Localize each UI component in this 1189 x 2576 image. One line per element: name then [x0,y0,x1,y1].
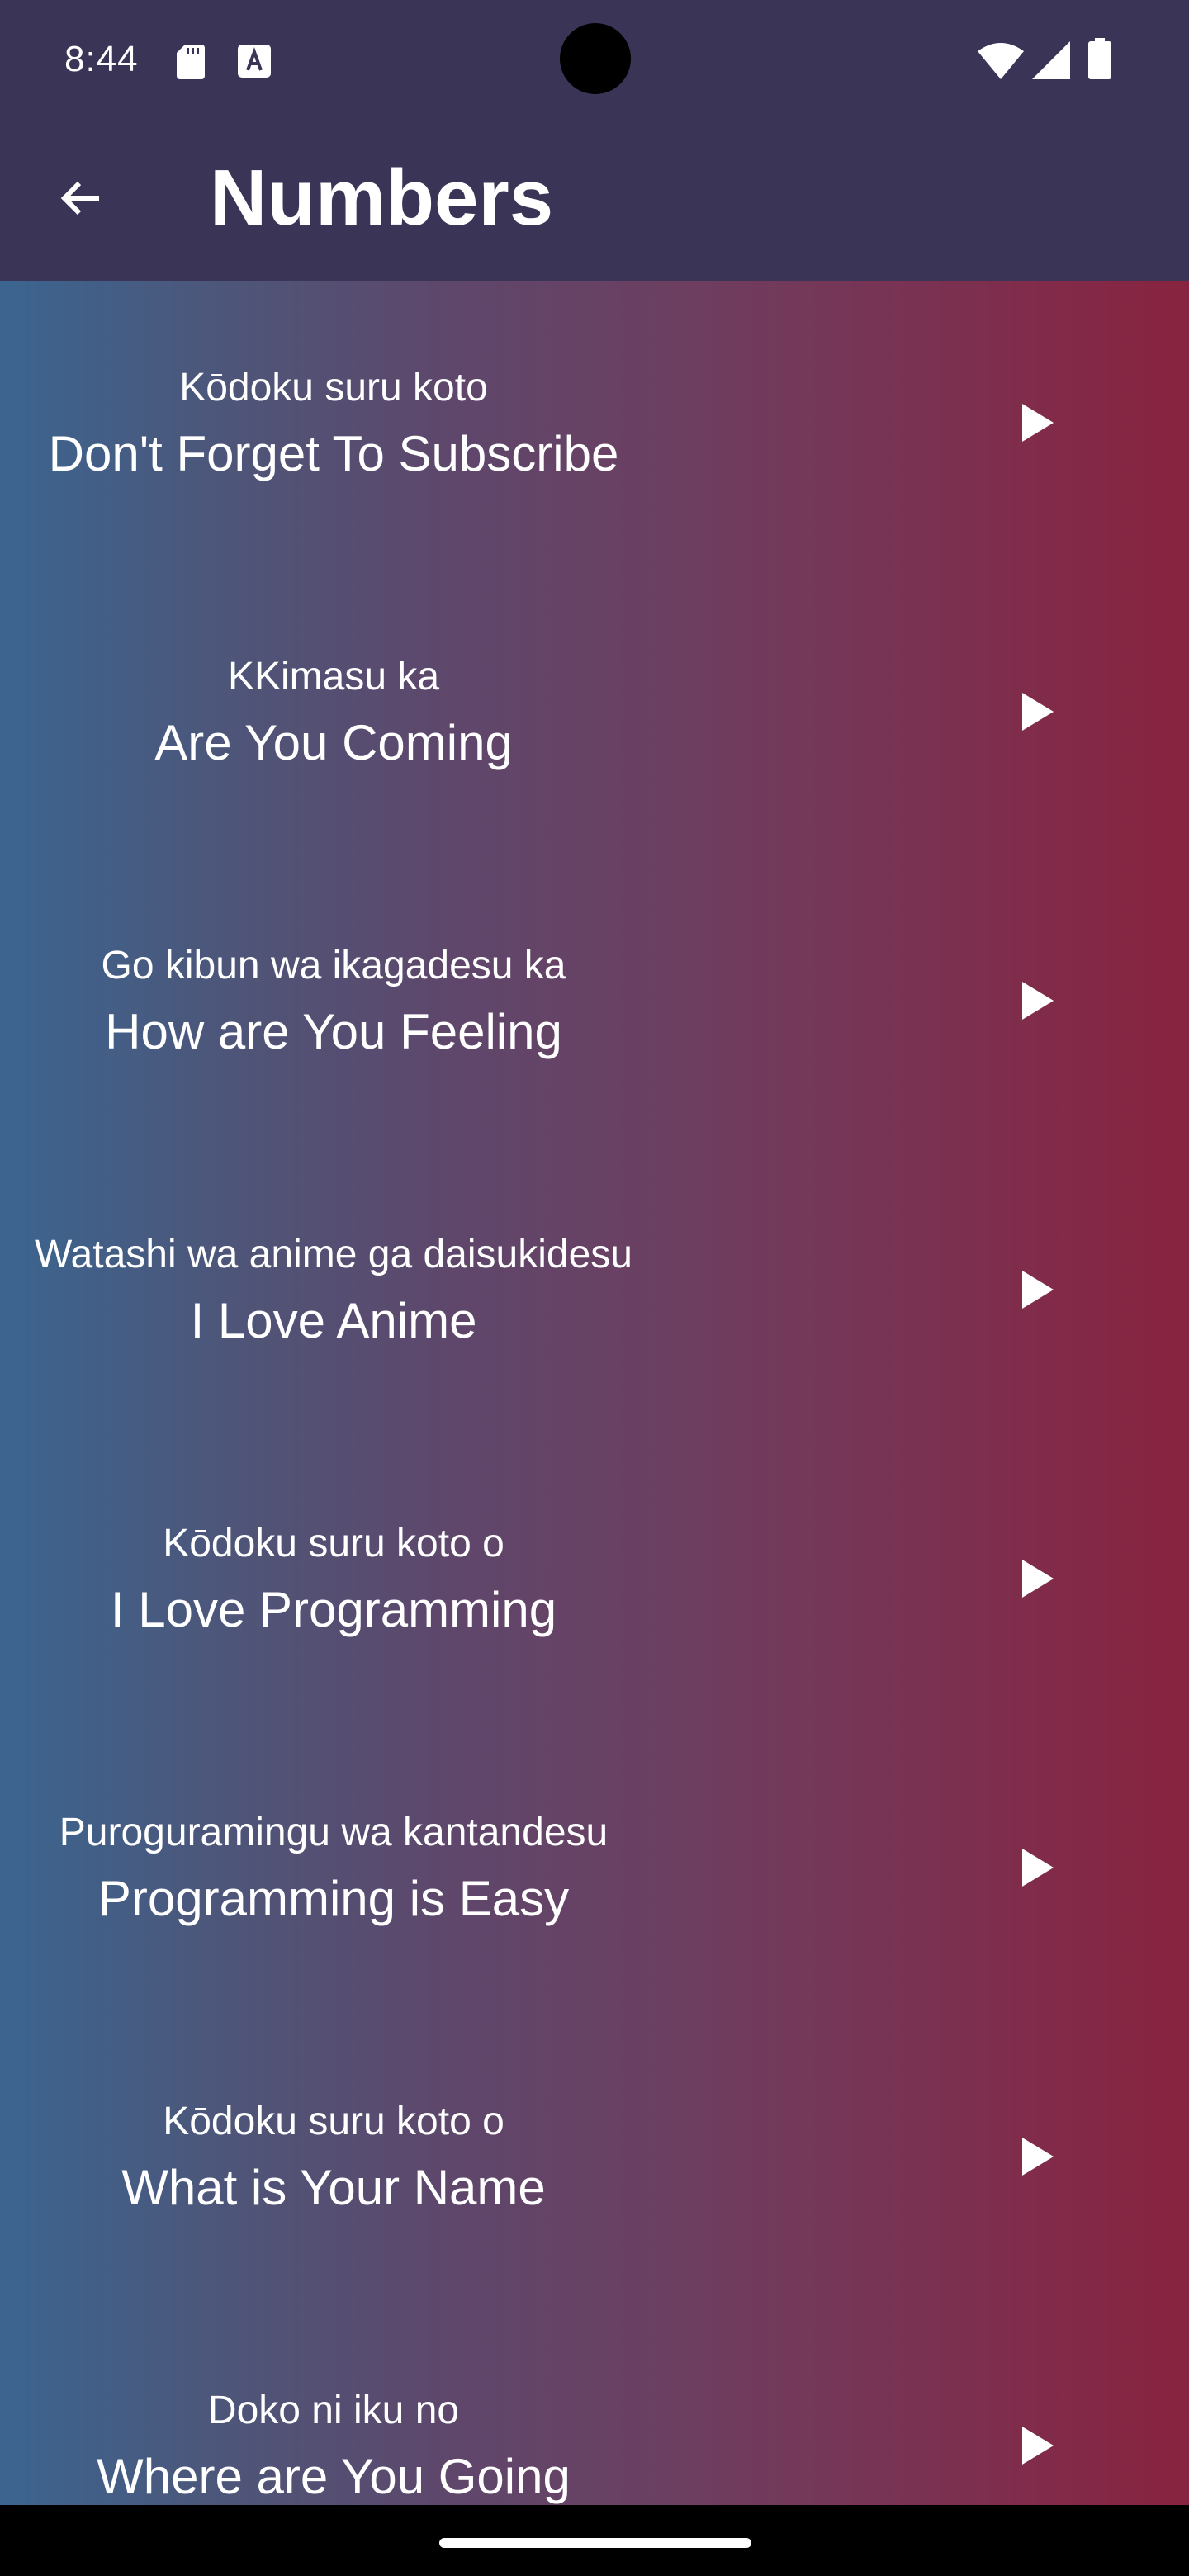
wifi-icon [978,43,1024,79]
play-button[interactable] [1004,679,1070,745]
romaji-text: Kōdoku suru koto [179,366,488,410]
back-button[interactable] [43,160,119,236]
list-item: Puroguramingu wa kantandesu Programming … [0,1726,1189,2015]
phrase-text: Watashi wa anime ga daisukidesu I Love A… [0,1148,667,1437]
play-icon [1022,1271,1054,1309]
play-button[interactable] [1004,2413,1070,2479]
status-bar: 8:44 [0,0,1189,124]
sd-card-icon [177,45,205,79]
cell-signal-icon [1032,41,1070,79]
english-text: Don't Forget To Subscribe [48,426,619,481]
play-button[interactable] [1004,1546,1070,1612]
english-text: Are You Coming [154,715,513,770]
phrase-text: Kōdoku suru koto o What is Your Name [0,2015,667,2304]
list-item: Doko ni iku no Where are You Going [0,2304,1189,2505]
romaji-text: Go kibun wa ikagadesu ka [101,944,566,987]
romaji-text: Kōdoku suru koto o [163,1522,504,1565]
arrow-back-icon [60,181,99,215]
play-icon [1022,693,1054,731]
play-button[interactable] [1004,1257,1070,1323]
battery-icon [1088,38,1111,79]
phrase-text: Kōdoku suru koto Don't Forget To Subscri… [0,281,667,570]
romaji-text: Kōdoku suru koto o [163,2100,504,2143]
keyboard-a-icon [238,45,271,78]
play-icon [1022,1560,1054,1598]
system-nav-bar [0,2505,1189,2576]
phrase-text: Puroguramingu wa kantandesu Programming … [0,1726,667,2015]
status-time: 8:44 [64,39,139,79]
phrase-text: Go kibun wa ikagadesu ka How are You Fee… [0,859,667,1148]
english-text: How are You Feeling [105,1004,562,1059]
english-text: Programming is Easy [97,1871,570,1926]
phrase-list: Kōdoku suru koto Don't Forget To Subscri… [0,281,1189,2505]
play-icon [1022,2138,1054,2176]
romaji-text: Doko ni iku no [207,2389,460,2432]
english-text: What is Your Name [121,2160,546,2215]
play-icon [1022,404,1054,442]
english-text: I Love Programming [110,1582,557,1637]
list-item: Kōdoku suru koto o What is Your Name [0,2015,1189,2304]
list-item: Kōdoku suru koto Don't Forget To Subscri… [0,281,1189,570]
romaji-text: KKimasu ka [227,655,440,698]
list-item: Watashi wa anime ga daisukidesu I Love A… [0,1148,1189,1437]
phrase-text: Doko ni iku no Where are You Going [0,2304,667,2505]
romaji-text: Watashi wa anime ga daisukidesu [35,1233,632,1276]
app-bar: Numbers [0,124,1189,281]
play-button[interactable] [1004,968,1070,1034]
play-icon [1022,2427,1054,2465]
english-text: I Love Anime [190,1293,477,1348]
front-camera [560,23,631,94]
play-button[interactable] [1004,2124,1070,2190]
phrase-text: Kōdoku suru koto o I Love Programming [0,1437,667,1726]
list-item: Go kibun wa ikagadesu ka How are You Fee… [0,859,1189,1148]
play-button[interactable] [1004,390,1070,456]
english-text: Where are You Going [97,2449,571,2504]
list-item: KKimasu ka Are You Coming [0,570,1189,859]
play-button[interactable] [1004,1835,1070,1901]
play-icon [1022,1849,1054,1887]
list-item: Kōdoku suru koto o I Love Programming [0,1437,1189,1726]
home-indicator[interactable] [439,2538,751,2548]
page-title: Numbers [210,154,554,242]
romaji-text: Puroguramingu wa kantandesu [59,1811,609,1854]
phrase-text: KKimasu ka Are You Coming [0,570,667,859]
play-icon [1022,982,1054,1020]
